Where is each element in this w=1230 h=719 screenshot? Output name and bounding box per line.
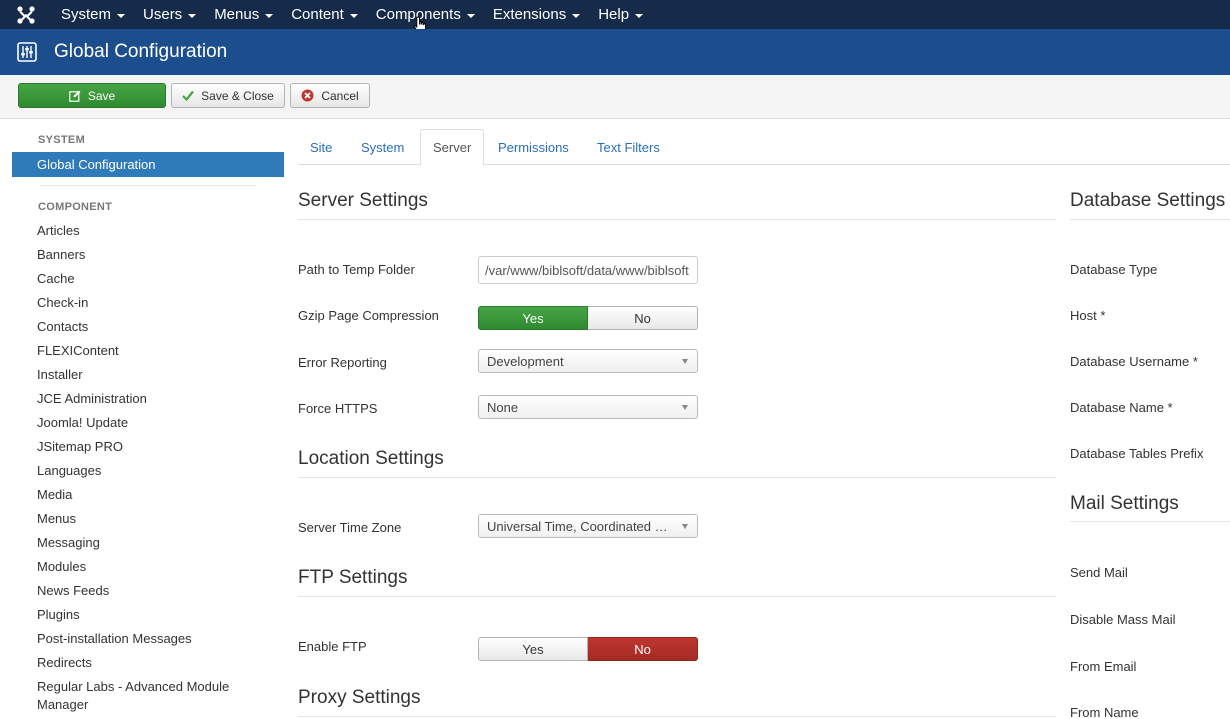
section-divider <box>1070 219 1230 220</box>
sidebar: SYSTEM Global Configuration COMPONENT Ar… <box>12 119 284 719</box>
dropdown-arrow-icon <box>682 405 688 410</box>
caret-down-icon <box>117 13 126 18</box>
sidebar-item-menus[interactable]: Menus <box>37 507 267 531</box>
config-tabs: Site System Server Permissions Text Filt… <box>298 129 1230 166</box>
menu-menus[interactable]: Menus <box>205 0 282 29</box>
gzip-yes-button[interactable]: Yes <box>478 306 588 330</box>
gzip-no-button[interactable]: No <box>588 306 698 330</box>
tab-server[interactable]: Server <box>420 129 485 166</box>
sidebar-item-plugins[interactable]: Plugins <box>37 603 267 627</box>
sidebar-heading-system: SYSTEM <box>38 134 86 146</box>
save-close-button[interactable]: Save & Close <box>171 83 285 108</box>
sidebar-item-flexicontent[interactable]: FLEXIContent <box>37 339 267 363</box>
section-divider <box>298 596 1056 597</box>
database-prefix-label: Database Tables Prefix <box>1070 446 1204 461</box>
proxy-settings-title: Proxy Settings <box>298 687 421 708</box>
sidebar-item-languages[interactable]: Languages <box>37 459 267 483</box>
temp-path-input[interactable]: /var/www/biblsoft/data/www/biblsoft <box>478 256 698 284</box>
menu-users[interactable]: Users <box>134 0 205 29</box>
server-settings-title: Server Settings <box>298 190 428 211</box>
ftp-settings-title: FTP Settings <box>298 567 408 588</box>
sidebar-item-post-installation-messages[interactable]: Post-installation Messages <box>37 627 267 651</box>
sidebar-item-jsitemap-pro[interactable]: JSitemap PRO <box>37 435 267 459</box>
sidebar-item-joomla-update[interactable]: Joomla! Update <box>37 411 267 435</box>
top-navbar: System Users Menus Content Components Ex… <box>0 0 1230 29</box>
sidebar-heading-component: COMPONENT <box>38 201 113 213</box>
sidebar-item-installer[interactable]: Installer <box>37 363 267 387</box>
caret-down-icon <box>188 13 197 18</box>
sidebar-item-check-in[interactable]: Check-in <box>37 291 267 315</box>
menu-help[interactable]: Help <box>589 0 652 29</box>
database-settings-title: Database Settings <box>1070 190 1226 211</box>
force-https-label: Force HTTPS <box>298 401 378 416</box>
sidebar-item-contacts[interactable]: Contacts <box>37 315 267 339</box>
send-mail-label: Send Mail <box>1070 565 1128 580</box>
menu-extensions[interactable]: Extensions <box>484 0 589 29</box>
tab-text-filters[interactable]: Text Filters <box>585 129 672 165</box>
sidebar-item-articles[interactable]: Articles <box>37 219 267 243</box>
page-title: Global Configuration <box>54 41 228 62</box>
tab-site[interactable]: Site <box>298 129 344 165</box>
section-divider <box>298 477 1056 478</box>
section-divider <box>298 219 1056 220</box>
error-reporting-select[interactable]: Development <box>478 349 698 373</box>
caret-down-icon <box>265 13 274 18</box>
from-email-label: From Email <box>1070 659 1137 674</box>
edit-icon <box>69 90 81 102</box>
server-time-zone-label: Server Time Zone <box>298 520 402 535</box>
main-menu: System Users Menus Content Components Ex… <box>52 0 652 29</box>
tab-permissions[interactable]: Permissions <box>486 129 581 165</box>
sidebar-item-global-configuration[interactable]: Global Configuration <box>12 152 284 177</box>
host-label: Host * <box>1070 308 1106 323</box>
cancel-button[interactable]: Cancel <box>290 83 370 108</box>
check-icon <box>182 90 194 101</box>
sidebar-item-messaging[interactable]: Messaging <box>37 531 267 555</box>
from-name-label: From Name <box>1070 705 1139 719</box>
ftp-no-button[interactable]: No <box>588 637 698 661</box>
sidebar-item-advanced-module-manager[interactable]: Regular Labs - Advanced Module Manager <box>37 675 267 712</box>
save-button[interactable]: Save <box>18 83 166 108</box>
sidebar-item-jce-administration[interactable]: JCE Administration <box>37 387 267 411</box>
sidebar-component-list: Articles Banners Cache Check-in Contacts… <box>37 219 267 712</box>
tab-system[interactable]: System <box>349 129 416 165</box>
sidebar-item-cache[interactable]: Cache <box>37 267 267 291</box>
sidebar-item-media[interactable]: Media <box>37 483 267 507</box>
page-header: Global Configuration <box>0 29 1230 75</box>
ftp-yes-button[interactable]: Yes <box>478 637 588 661</box>
caret-down-icon <box>349 13 358 18</box>
caret-down-icon <box>572 13 581 18</box>
database-name-label: Database Name * <box>1070 400 1173 415</box>
menu-content[interactable]: Content <box>282 0 367 29</box>
sidebar-item-redirects[interactable]: Redirects <box>37 651 267 675</box>
sidebar-item-banners[interactable]: Banners <box>37 243 267 267</box>
sidebar-item-news-feeds[interactable]: News Feeds <box>37 579 267 603</box>
force-https-select[interactable]: None <box>478 395 698 419</box>
toolbar: Save Save & Close Cancel <box>0 75 1230 119</box>
section-divider <box>1070 521 1230 522</box>
location-settings-title: Location Settings <box>298 448 444 469</box>
dropdown-arrow-icon <box>682 359 688 364</box>
error-reporting-label: Error Reporting <box>298 355 387 370</box>
database-type-label: Database Type <box>1070 262 1158 277</box>
sliders-icon <box>0 42 54 62</box>
temp-path-label: Path to Temp Folder <box>298 262 415 277</box>
enable-ftp-toggle: Yes No <box>478 637 698 661</box>
caret-down-icon <box>635 13 644 18</box>
enable-ftp-label: Enable FTP <box>298 639 367 654</box>
mail-settings-title: Mail Settings <box>1070 493 1179 514</box>
server-time-zone-select[interactable]: Universal Time, Coordinated (UTC) <box>478 514 698 538</box>
database-username-label: Database Username * <box>1070 354 1198 369</box>
cancel-circle-icon <box>301 89 314 102</box>
sidebar-divider <box>40 185 256 186</box>
gzip-label: Gzip Page Compression <box>298 308 439 323</box>
section-divider <box>298 716 1056 717</box>
joomla-logo-icon[interactable] <box>0 0 52 29</box>
menu-system[interactable]: System <box>52 0 134 29</box>
disable-mass-mail-label: Disable Mass Mail <box>1070 612 1176 627</box>
sidebar-item-modules[interactable]: Modules <box>37 555 267 579</box>
caret-down-icon <box>466 13 475 18</box>
gzip-toggle: Yes No <box>478 306 698 330</box>
dropdown-arrow-icon <box>682 524 688 529</box>
